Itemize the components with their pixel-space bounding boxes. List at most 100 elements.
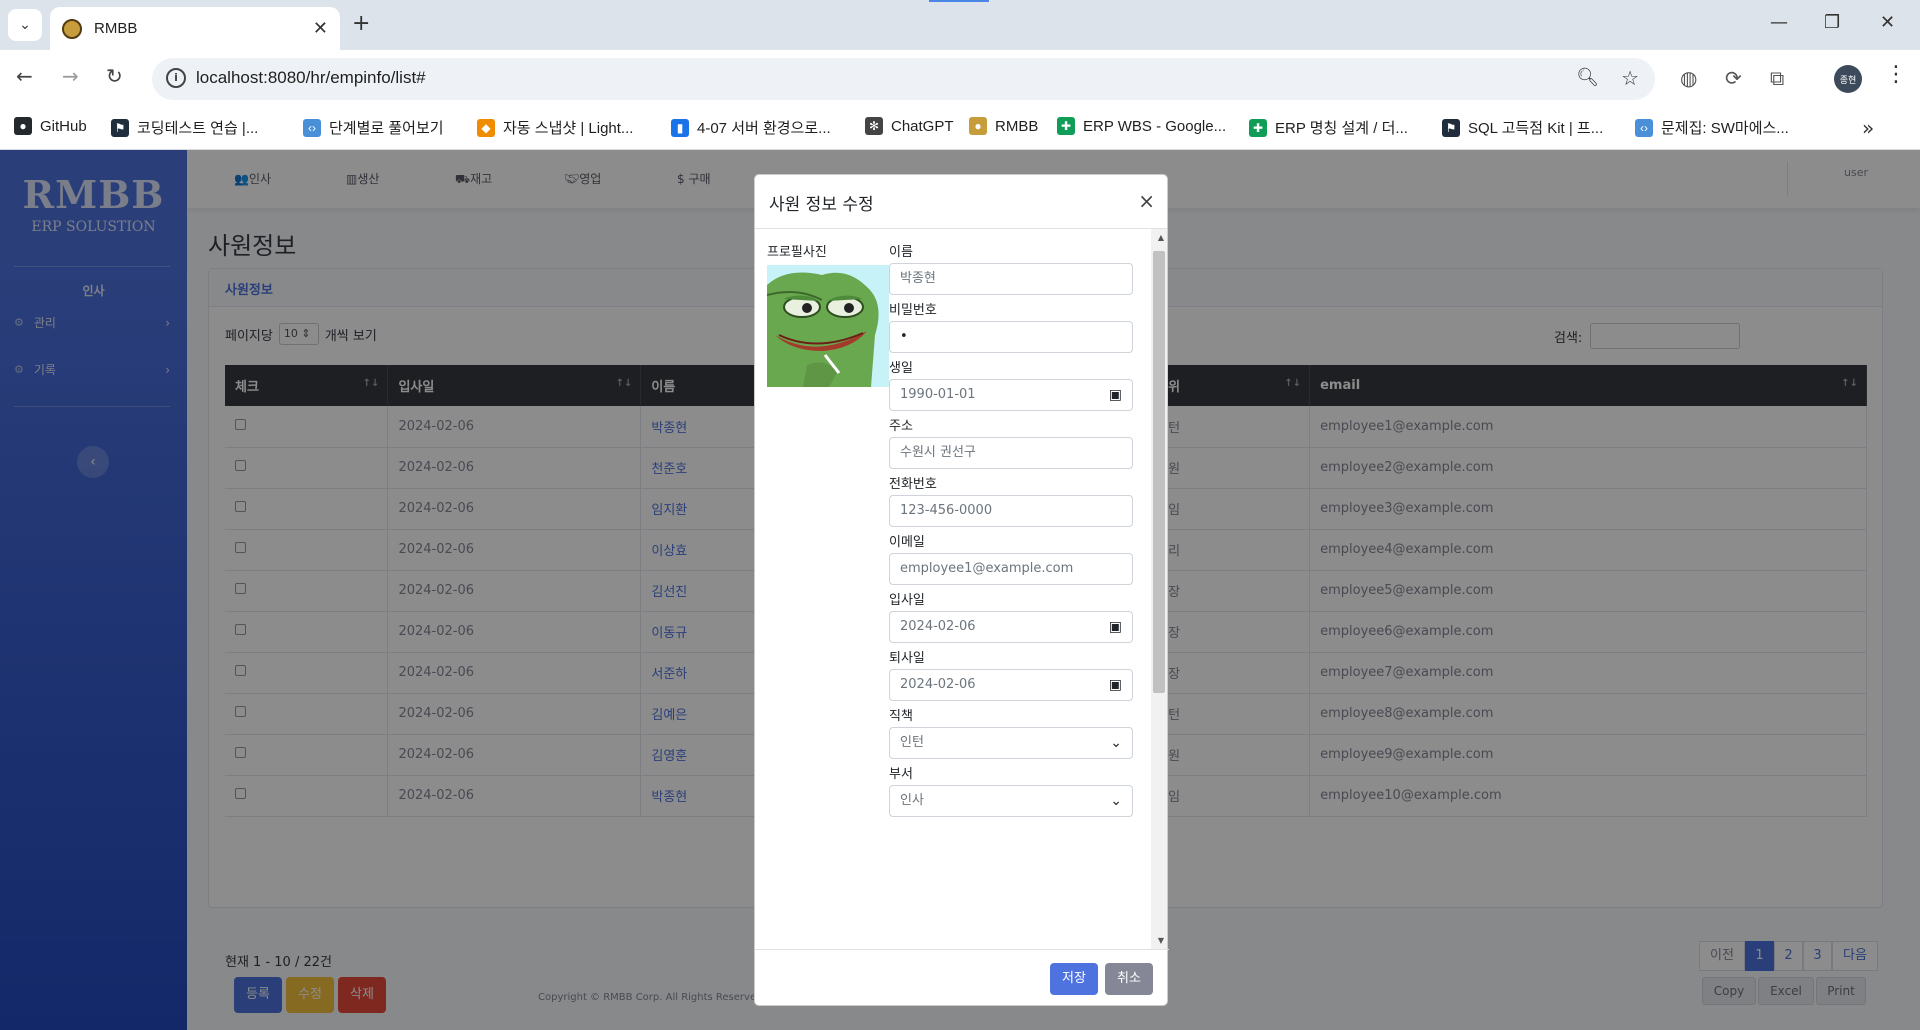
zoom-icon[interactable]: 🔍︎ (1576, 67, 1599, 88)
hire-date-field[interactable]: 2024-02-06 ▣ (889, 611, 1133, 643)
calendar-icon[interactable]: ▣ (1109, 612, 1122, 642)
restore-icon[interactable]: ❐ (1824, 12, 1840, 33)
bookmark-label: 4-07 서버 환경으로... (697, 120, 831, 137)
bookmark-item[interactable]: ▮ 4-07 서버 환경으로... (671, 117, 831, 138)
hire-date-value: 2024-02-06 (900, 619, 976, 634)
tab-title: RMBB (94, 20, 138, 37)
browser-menu-icon[interactable]: ⋮ (1885, 62, 1907, 87)
sheets-icon: ✚ (1057, 117, 1075, 135)
bookmark-item[interactable]: ◆ 자동 스냅샷 | Light... (477, 117, 633, 138)
address-bar[interactable]: i localhost:8080/hr/empinfo/list# 🔍︎ ☆ (152, 58, 1655, 100)
minimize-icon[interactable]: — (1770, 12, 1788, 33)
bookmark-item[interactable]: ⚑ 코딩테스트 연습 |... (111, 117, 258, 138)
bookmark-item[interactable]: ✚ ERP 명칭 설계 / 더... (1249, 117, 1408, 138)
bookmark-star-icon[interactable]: ☆ (1621, 66, 1639, 90)
department-value: 인사 (900, 793, 924, 808)
profile-avatar[interactable]: 종현 (1834, 65, 1862, 93)
bookmark-item[interactable]: ✚ ERP WBS - Google... (1057, 117, 1226, 135)
phone-field[interactable]: 123-456-0000 (889, 495, 1133, 527)
birth-label: 생일 (889, 361, 913, 376)
modal-body: 프로필사진 이름 박종현 비밀번호 • 생일 1990-01-01 ▣ 주소 수… (755, 229, 1169, 949)
bookmark-item[interactable]: ✻ ChatGPT (865, 117, 954, 135)
flag-icon: ⚑ (1442, 118, 1460, 137)
tab-close-icon[interactable]: ✕ (313, 18, 328, 39)
browser-tab[interactable]: RMBB ✕ (50, 7, 340, 50)
modal-title: 사원 정보 수정 (769, 195, 874, 215)
cancel-button[interactable]: 취소 (1105, 963, 1153, 995)
position-select[interactable]: 인턴 ⌄ (889, 727, 1133, 759)
calendar-icon[interactable]: ▣ (1109, 670, 1122, 700)
url-text[interactable]: localhost:8080/hr/empinfo/list# (196, 68, 426, 88)
more-bookmarks-icon[interactable]: » (1862, 116, 1874, 140)
github-icon: ● (14, 117, 32, 135)
bookmark-item[interactable]: ‹› 문제집: SW마에스... (1635, 117, 1789, 138)
address-field[interactable]: 수원시 권선구 (889, 437, 1133, 469)
bookmark-label: ChatGPT (891, 117, 954, 135)
leave-date-value: 2024-02-06 (900, 677, 976, 692)
photo-label: 프로필사진 (767, 245, 827, 260)
site-info-icon[interactable]: i (166, 68, 186, 88)
browser-toolbar: ← → ↻ i localhost:8080/hr/empinfo/list# … (0, 50, 1920, 108)
email-field[interactable]: employee1@example.com (889, 553, 1133, 585)
password-field[interactable]: • (889, 321, 1133, 353)
password-value: • (900, 329, 908, 344)
bookmark-label: ERP 명칭 설계 / 더... (1275, 120, 1408, 137)
position-value: 인턴 (900, 735, 924, 750)
leave-date-field[interactable]: 2024-02-06 ▣ (889, 669, 1133, 701)
bookmark-item[interactable]: ● RMBB (969, 117, 1038, 135)
sync-extension-icon[interactable]: ⟳ (1725, 66, 1742, 90)
window-close-icon[interactable]: ✕ (1880, 12, 1895, 33)
bookmark-item[interactable]: ● GitHub (14, 117, 87, 135)
save-button[interactable]: 저장 (1050, 963, 1098, 995)
code-icon: ‹› (1635, 118, 1653, 137)
rmbb-icon: ● (969, 117, 987, 135)
tab-search-button[interactable]: ⌄ (8, 9, 42, 41)
name-label: 이름 (889, 245, 913, 260)
bookmarks-bar: ● GitHub ⚑ 코딩테스트 연습 |... ‹› 단계별로 풀어보기 ◆ 자동 스냅샷 … (0, 108, 1920, 150)
frog-avatar-image (767, 265, 889, 387)
birth-value: 1990-01-01 (900, 387, 976, 402)
calendar-icon[interactable]: ▣ (1109, 380, 1122, 410)
bookmark-label: GitHub (40, 117, 87, 135)
modal-header: 사원 정보 수정 × (755, 175, 1167, 229)
password-label: 비밀번호 (889, 303, 937, 318)
email-placeholder: employee1@example.com (900, 561, 1074, 576)
bookmark-label: 코딩테스트 연습 |... (137, 120, 259, 137)
edit-employee-modal: 사원 정보 수정 × 프로필사진 이름 박종현 비밀번호 • 생일 1990-0… (754, 174, 1169, 1007)
flag-icon: ⚑ (111, 118, 129, 137)
name-placeholder: 박종현 (900, 271, 936, 286)
modal-scroll-thumb[interactable] (1153, 251, 1165, 693)
bookmark-item[interactable]: ‹› 단계별로 풀어보기 (303, 117, 444, 138)
chevron-down-icon: ⌄ (1110, 793, 1122, 809)
department-select[interactable]: 인사 ⌄ (889, 785, 1133, 817)
scroll-down-icon[interactable]: ▼ (1158, 936, 1164, 945)
profile-photo[interactable] (767, 265, 889, 387)
extensions-puzzle-icon[interactable]: ⧉ (1770, 66, 1784, 90)
bookmark-label: ERP WBS - Google... (1083, 117, 1227, 135)
forward-icon[interactable]: → (62, 64, 79, 88)
bookmark-label: 자동 스냅샷 | Light... (503, 120, 634, 137)
tab-strip-indicator (929, 0, 989, 2)
bookmark-label: RMBB (995, 117, 1039, 135)
phone-label: 전화번호 (889, 477, 937, 492)
name-field[interactable]: 박종현 (889, 263, 1133, 295)
bookmark-label: 단계별로 풀어보기 (329, 120, 444, 137)
bookmark-label: SQL 고득점 Kit | 프... (1468, 120, 1604, 137)
new-tab-button[interactable]: + (352, 11, 370, 36)
birth-date-field[interactable]: 1990-01-01 ▣ (889, 379, 1133, 411)
chatgpt-icon: ✻ (865, 117, 883, 135)
bookmark-label: 문제집: SW마에스... (1661, 120, 1789, 137)
bookmark-item[interactable]: ⚑ SQL 고득점 Kit | 프... (1442, 117, 1603, 138)
scroll-up-icon[interactable]: ▲ (1158, 233, 1164, 242)
position-label: 직책 (889, 709, 913, 724)
sheets-icon: ✚ (1249, 118, 1267, 137)
leave-date-label: 퇴사일 (889, 651, 925, 666)
browser-tab-strip: ⌄ RMBB ✕ + — ❐ ✕ (0, 0, 1920, 50)
modal-footer: 저장 취소 (755, 949, 1169, 1007)
reload-icon[interactable]: ↻ (106, 64, 123, 88)
modal-close-icon[interactable]: × (1138, 189, 1155, 213)
cube-icon: ◆ (477, 118, 495, 137)
globe-extension-icon[interactable]: ◍ (1680, 66, 1697, 90)
address-label: 주소 (889, 419, 913, 434)
back-icon[interactable]: ← (16, 64, 33, 88)
